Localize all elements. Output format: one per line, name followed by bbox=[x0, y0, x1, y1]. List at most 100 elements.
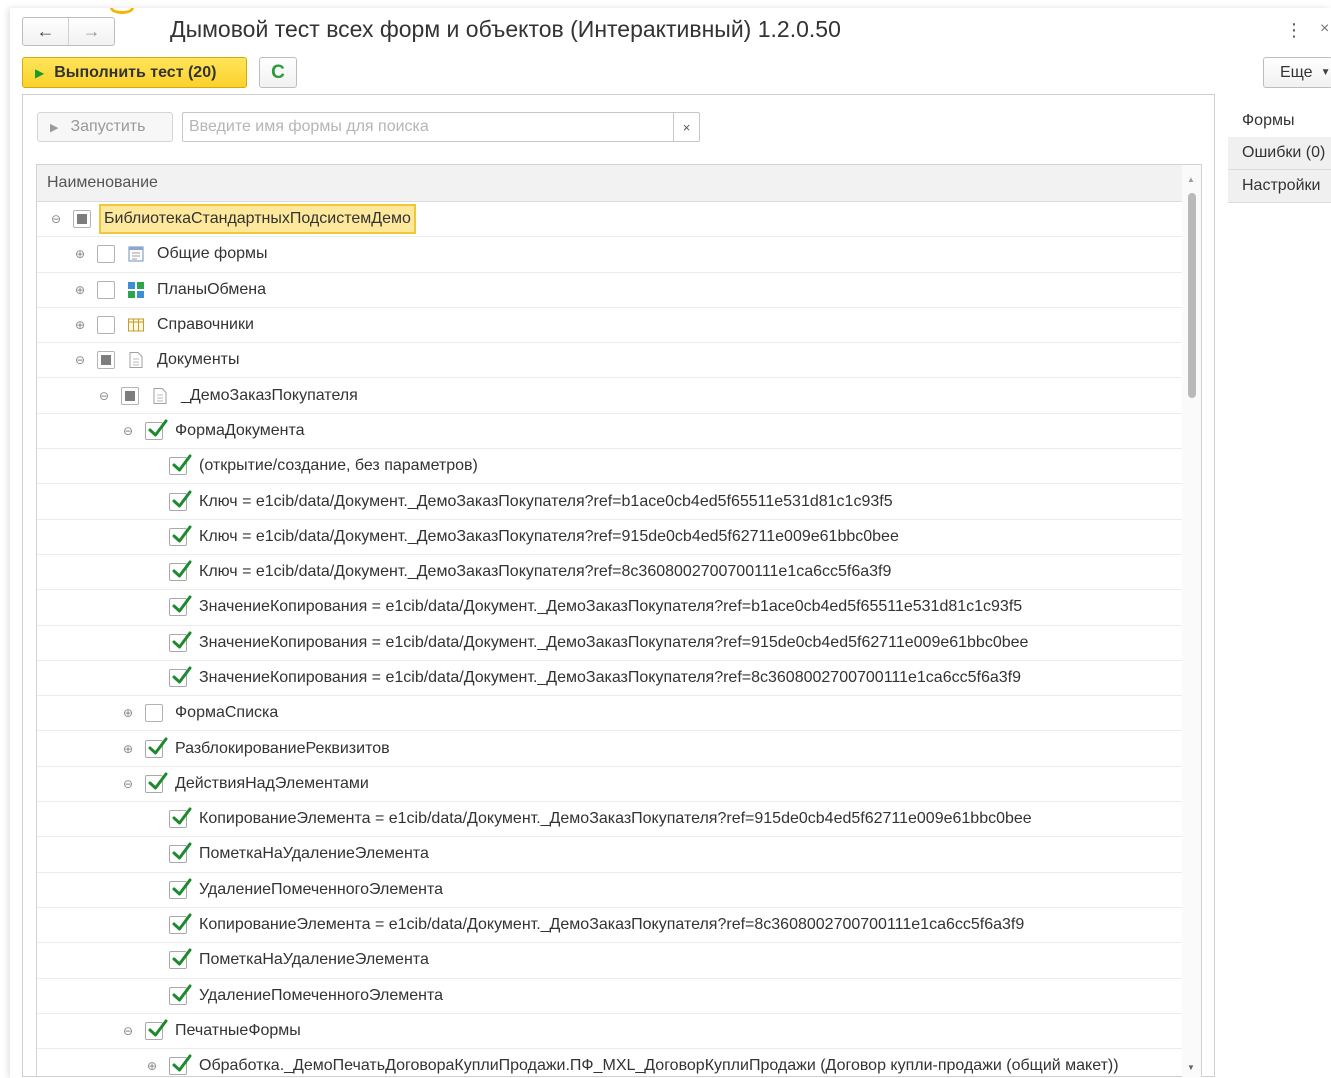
tree-row[interactable]: ⊖Ключ = e1cib/data/Документ._ДемоЗаказПо… bbox=[37, 484, 1182, 520]
start-button[interactable]: ▶ Запустить bbox=[37, 112, 173, 142]
tree-row-label: _ДемоЗаказПокупателя bbox=[181, 386, 358, 404]
tree-row[interactable]: ⊕ Обработка._ДемоПечатьДоговораКуплиПрода… bbox=[37, 1049, 1182, 1077]
collapse-icon[interactable]: ⊖ bbox=[121, 777, 135, 791]
row-checkbox[interactable] bbox=[169, 1054, 192, 1076]
refresh-icon[interactable]: C bbox=[259, 57, 297, 88]
row-checkbox[interactable] bbox=[97, 280, 115, 299]
row-checkbox[interactable] bbox=[145, 737, 168, 758]
row-checkbox[interactable] bbox=[73, 210, 91, 229]
row-checkbox[interactable] bbox=[169, 842, 192, 864]
row-checkbox[interactable] bbox=[97, 351, 115, 370]
row-checkbox[interactable] bbox=[169, 631, 192, 652]
tree-row[interactable]: ⊕ Общие формы bbox=[37, 237, 1182, 273]
column-header-name[interactable]: Наименование bbox=[37, 165, 1201, 202]
tree-row[interactable]: ⊖(открытие/создание, без параметров) bbox=[37, 449, 1182, 485]
tree-row[interactable]: ⊕ ФормаСписка bbox=[37, 696, 1182, 732]
row-checkbox[interactable] bbox=[145, 419, 168, 440]
tree-row-label: ПланыОбмена bbox=[157, 280, 266, 298]
row-checkbox[interactable] bbox=[169, 984, 192, 1005]
tree-row[interactable]: ⊖ЗначениеКопирования = e1cib/data/Докуме… bbox=[37, 626, 1182, 661]
collapse-icon[interactable]: ⊖ bbox=[97, 389, 111, 403]
tree-row[interactable]: ⊖ЗначениеКопирования = e1cib/data/Докуме… bbox=[37, 590, 1182, 626]
collapse-icon[interactable]: ⊖ bbox=[121, 424, 135, 438]
tree-row[interactable]: ⊖ПометкаНаУдалениеЭлемента bbox=[37, 943, 1182, 979]
tree-row-label: ФормаДокумента bbox=[175, 421, 305, 439]
row-checkbox[interactable] bbox=[169, 560, 192, 582]
scrollbar-thumb[interactable] bbox=[1188, 193, 1196, 398]
tree-row[interactable]: ⊖КопированиеЭлемента = e1cib/data/Докуме… bbox=[37, 908, 1182, 944]
tree-row-label: Обработка._ДемоПечатьДоговораКуплиПродаж… bbox=[199, 1057, 1119, 1075]
play-icon: ▶ bbox=[50, 121, 59, 134]
tree-row[interactable]: ⊖ БиблиотекаСтандартныхПодсистемДемо bbox=[37, 202, 1182, 238]
run-test-button[interactable]: ▶ Выполнить тест (20) bbox=[22, 57, 247, 88]
tree-row[interactable]: ⊖ПометкаНаУдалениеЭлемента bbox=[37, 837, 1182, 873]
tree-row[interactable]: ⊕ ПланыОбмена bbox=[37, 273, 1182, 308]
row-checkbox[interactable] bbox=[169, 490, 192, 511]
tree-row[interactable]: ⊖УдалениеПомеченногоЭлемента bbox=[37, 873, 1182, 908]
tree-row[interactable]: ⊖ ДействияНадЭлементами bbox=[37, 767, 1182, 803]
brand-arc-icon bbox=[110, 8, 136, 14]
row-checkbox[interactable] bbox=[169, 595, 192, 617]
expand-icon[interactable]: ⊕ bbox=[121, 706, 135, 720]
tree-row[interactable]: ⊕ РазблокированиеРеквизитов bbox=[37, 731, 1182, 767]
scroll-down-icon[interactable]: ▼ bbox=[1187, 1063, 1195, 1072]
tree-row[interactable]: ⊖ _ДемоЗаказПокупателя bbox=[37, 378, 1182, 414]
side-tabs: Формы Ошибки (0) Настройки bbox=[1228, 104, 1331, 203]
form-icon bbox=[127, 245, 145, 263]
tree-row-label: Ключ = e1cib/data/Документ._ДемоЗаказПок… bbox=[199, 563, 892, 581]
tree-row[interactable]: ⊖УдалениеПомеченногоЭлемента bbox=[37, 979, 1182, 1014]
tree-row[interactable]: ⊖ЗначениеКопирования = e1cib/data/Докуме… bbox=[37, 661, 1182, 697]
tree-row-label: Справочники bbox=[157, 316, 254, 334]
expand-icon[interactable]: ⊕ bbox=[73, 318, 87, 332]
tree-row[interactable]: ⊖ ПечатныеФормы bbox=[37, 1014, 1182, 1050]
expand-icon[interactable]: ⊕ bbox=[73, 283, 87, 297]
row-checkbox[interactable] bbox=[97, 316, 115, 335]
tree-row-label: КопированиеЭлемента = e1cib/data/Докумен… bbox=[199, 810, 1032, 828]
tree-row-label: ЗначениеКопирования = e1cib/data/Докумен… bbox=[199, 633, 1029, 651]
row-checkbox[interactable] bbox=[145, 772, 168, 793]
tree-row[interactable]: ⊖КопированиеЭлемента = e1cib/data/Докуме… bbox=[37, 802, 1182, 838]
catalog-icon bbox=[127, 316, 145, 334]
row-checkbox[interactable] bbox=[169, 807, 192, 829]
scroll-up-icon[interactable]: ▲ bbox=[1187, 175, 1195, 184]
more-button[interactable]: Еще ▼ bbox=[1263, 57, 1331, 88]
row-checkbox[interactable] bbox=[145, 704, 163, 723]
tree-row[interactable]: ⊖Ключ = e1cib/data/Документ._ДемоЗаказПо… bbox=[37, 520, 1182, 555]
play-icon: ▶ bbox=[35, 65, 45, 80]
collapse-icon[interactable]: ⊖ bbox=[73, 353, 87, 367]
tree-row-label: Ключ = e1cib/data/Документ._ДемоЗаказПок… bbox=[199, 492, 893, 510]
search-input[interactable] bbox=[183, 113, 673, 141]
collapse-icon[interactable]: ⊖ bbox=[49, 212, 63, 226]
row-checkbox[interactable] bbox=[121, 386, 139, 405]
run-test-label: Выполнить тест (20) bbox=[54, 63, 217, 81]
forward-arrow-icon[interactable]: → bbox=[68, 18, 114, 45]
side-tab[interactable]: Формы bbox=[1228, 104, 1331, 137]
row-checkbox[interactable] bbox=[169, 454, 192, 476]
back-arrow-icon[interactable]: ← bbox=[23, 18, 68, 45]
row-checkbox[interactable] bbox=[169, 666, 192, 687]
row-checkbox[interactable] bbox=[169, 878, 192, 899]
row-checkbox[interactable] bbox=[97, 245, 115, 264]
expand-icon[interactable]: ⊕ bbox=[73, 247, 87, 261]
tree-row-label: ДействияНадЭлементами bbox=[175, 774, 369, 792]
expand-icon[interactable]: ⊕ bbox=[121, 742, 135, 756]
tree-row[interactable]: ⊕ Справочники bbox=[37, 308, 1182, 344]
tree-row-label: БиблиотекаСтандартныхПодсистемДемо bbox=[99, 204, 416, 235]
vertical-scrollbar[interactable]: ▲ ▼ bbox=[1182, 165, 1201, 1077]
tree-row[interactable]: ⊖ ФормаДокумента bbox=[37, 414, 1182, 450]
tree-row[interactable]: ⊖ Документы bbox=[37, 343, 1182, 379]
row-checkbox[interactable] bbox=[169, 913, 192, 935]
expand-icon[interactable]: ⊕ bbox=[145, 1059, 159, 1073]
tree-row-label: Ключ = e1cib/data/Документ._ДемоЗаказПок… bbox=[199, 527, 899, 545]
tree-row-label: ПечатныеФормы bbox=[175, 1021, 301, 1039]
clear-search-icon[interactable]: × bbox=[673, 113, 699, 141]
collapse-icon[interactable]: ⊖ bbox=[121, 1024, 135, 1038]
more-menu-icon[interactable]: ⋮ bbox=[1285, 20, 1303, 41]
side-tab[interactable]: Настройки bbox=[1228, 170, 1331, 203]
row-checkbox[interactable] bbox=[145, 1019, 168, 1040]
close-icon[interactable]: × bbox=[1320, 20, 1329, 38]
row-checkbox[interactable] bbox=[169, 948, 192, 970]
row-checkbox[interactable] bbox=[169, 525, 192, 546]
side-tab[interactable]: Ошибки (0) bbox=[1228, 137, 1331, 170]
tree-row[interactable]: ⊖Ключ = e1cib/data/Документ._ДемоЗаказПо… bbox=[37, 555, 1182, 591]
